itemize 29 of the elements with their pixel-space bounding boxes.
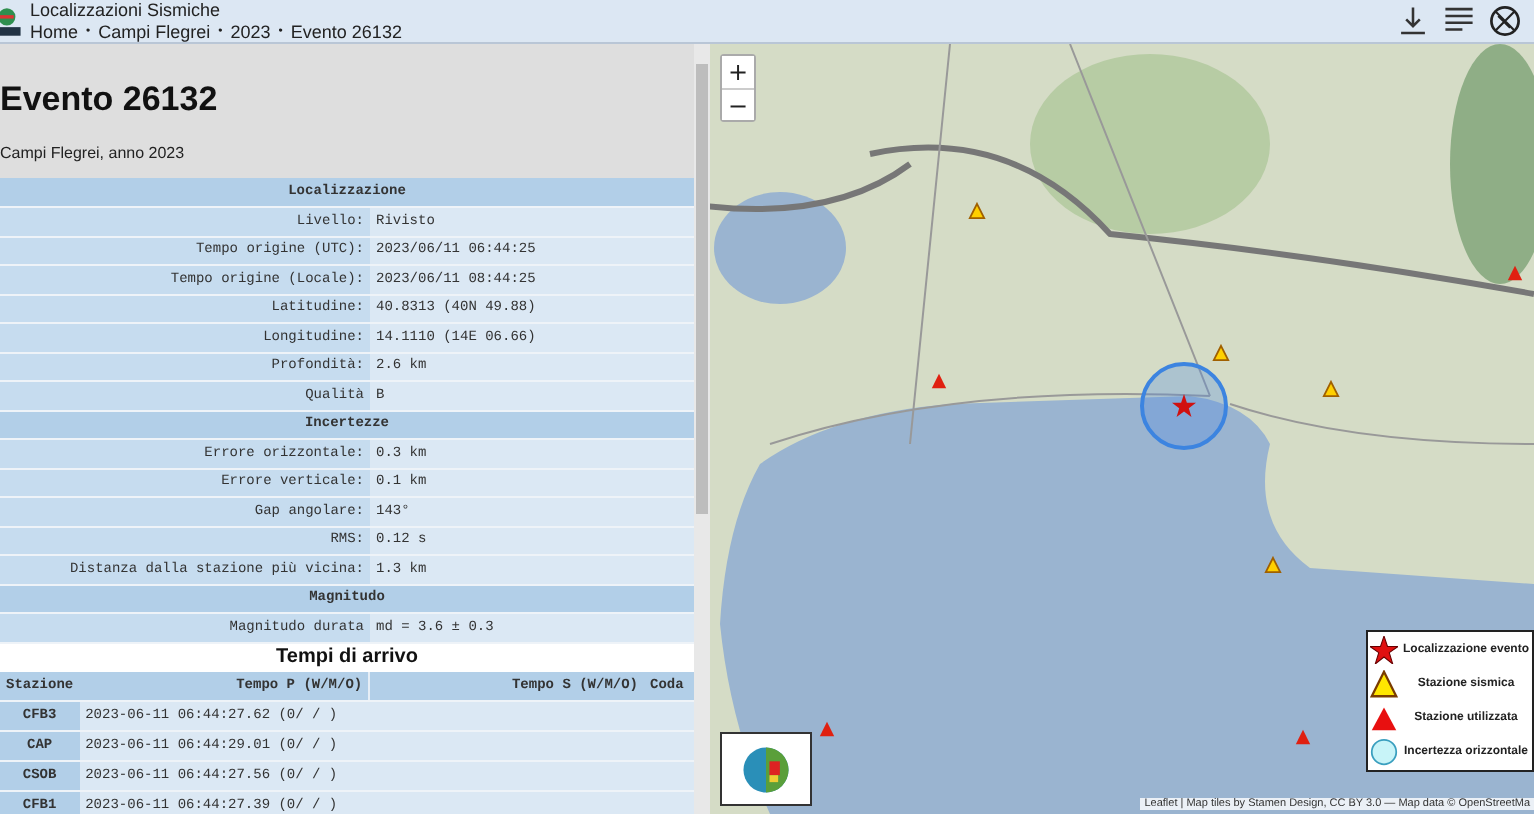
used-station-triangle-icon	[1294, 728, 1312, 746]
breadcrumb-link[interactable]: Campi Flegrei	[98, 22, 211, 42]
station-triangle-icon	[1264, 556, 1282, 574]
event-title: Evento 26132	[0, 78, 220, 122]
station-triangle-icon	[1212, 344, 1230, 362]
uncertainty-circle	[1138, 360, 1230, 452]
app-title: Localizzazioni Sismiche	[30, 0, 223, 20]
breadcrumb-current: Evento 26132	[290, 22, 402, 42]
triangle-icon	[1370, 704, 1398, 732]
globe-icon	[740, 743, 792, 795]
breadcrumb-link[interactable]: 2023	[230, 22, 271, 42]
triangle-icon	[1370, 670, 1398, 698]
station-triangle-icon	[968, 202, 986, 220]
used-station-triangle-icon	[930, 372, 948, 390]
scrollbar[interactable]	[694, 44, 710, 814]
station-triangle-icon	[1322, 380, 1340, 398]
crossed-globe-icon[interactable]	[1488, 4, 1522, 38]
section-title: Tempi di arrivo	[0, 643, 694, 671]
used-station-triangle-icon	[818, 720, 836, 738]
scrollbar-thumb[interactable]	[696, 64, 708, 514]
used-station-triangle-icon	[1506, 264, 1524, 282]
download-icon[interactable]	[1396, 4, 1430, 38]
star-icon	[1370, 636, 1398, 664]
epicenter-star-icon	[1172, 394, 1196, 418]
logo-icon	[0, 3, 24, 39]
event-subtitle: Campi Flegrei, anno 2023	[0, 144, 187, 166]
zoom-out-button[interactable]: −	[722, 88, 754, 120]
breadcrumb-link[interactable]: Home	[30, 22, 79, 42]
circle-icon	[1370, 738, 1398, 766]
